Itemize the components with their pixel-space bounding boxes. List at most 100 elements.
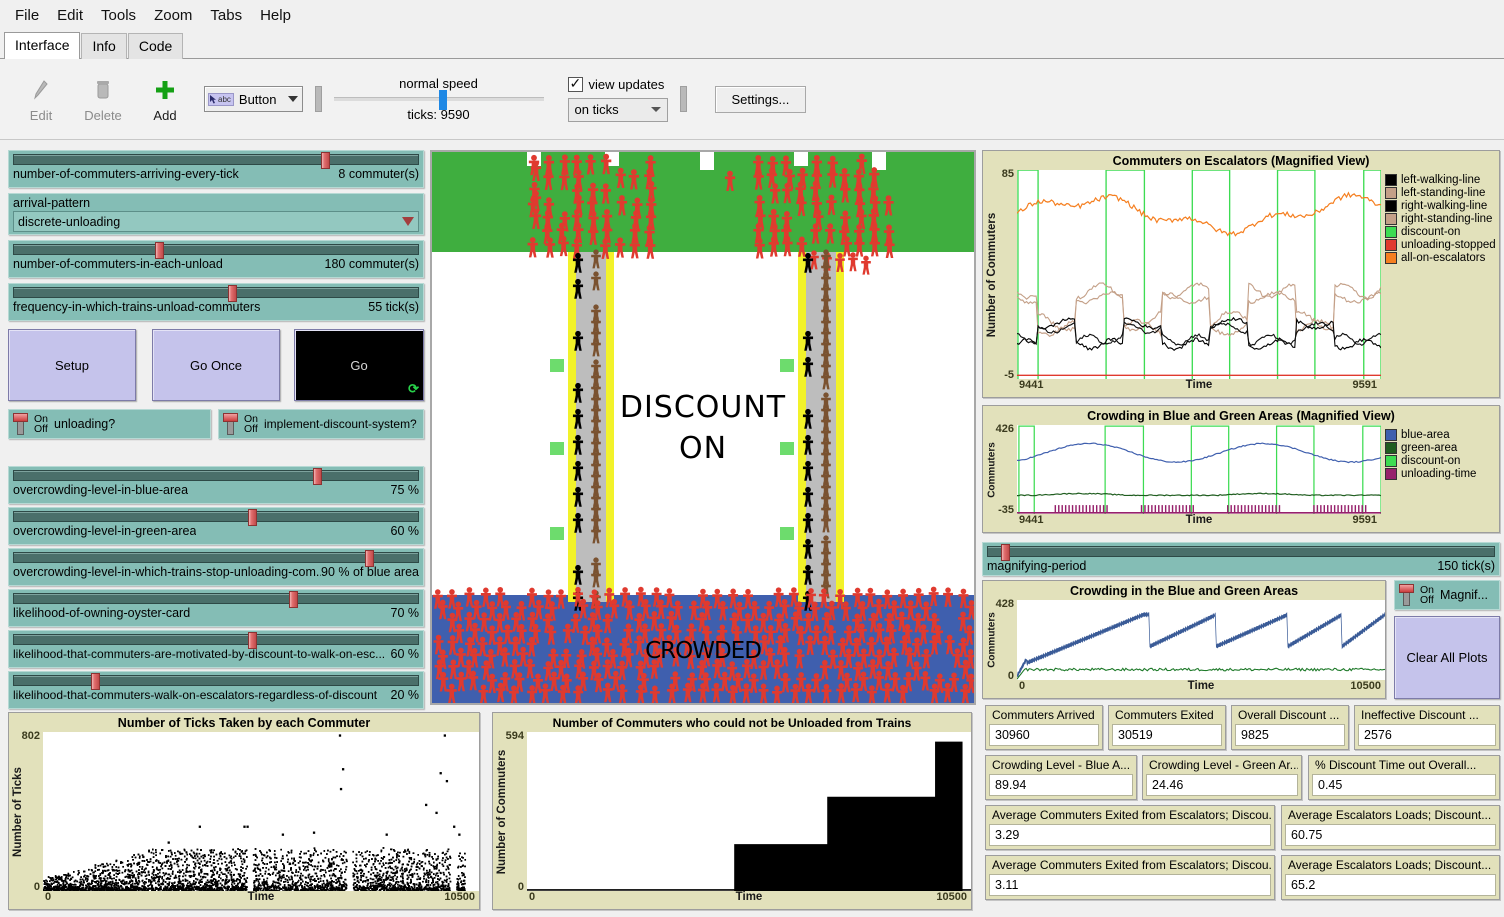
slider-likelihood-walk-regardless-of-discount[interactable]: likelihood-that-commuters-walk-on-escala… (8, 671, 424, 709)
speed-slider-track[interactable] (334, 97, 544, 101)
slider-thumb[interactable] (1001, 544, 1010, 561)
update-mode-select[interactable]: on ticks (568, 98, 668, 122)
slider-magnifying-period[interactable]: magnifying-period 150 tick(s) (982, 542, 1500, 576)
toggle-knob[interactable] (223, 413, 238, 435)
legend-entry: right-standing-line (1385, 213, 1497, 225)
slider-track[interactable] (13, 470, 419, 481)
plot-canvas[interactable] (1017, 170, 1381, 379)
chooser-arrival-pattern[interactable]: arrival-pattern discrete-unloading (8, 193, 424, 235)
switch-unloading[interactable]: On Off unloading? (8, 409, 211, 439)
slider-track[interactable] (13, 552, 419, 563)
world-view[interactable]: DISCOUNTON CROWDED (430, 150, 976, 705)
menu-item-edit[interactable]: Edit (48, 4, 92, 27)
slider-track[interactable] (13, 675, 419, 686)
slider-track[interactable] (13, 593, 419, 604)
plot-title: Crowding in Blue and Green Areas (Magnif… (983, 406, 1499, 425)
x-axis-max: 10500 (936, 891, 967, 903)
monitor-ineffective-discount[interactable]: Ineffective Discount ... 2576 (1354, 705, 1500, 750)
forever-icon: ⟳ (408, 381, 419, 397)
plot-canvas[interactable] (1017, 600, 1385, 680)
y-axis: 85 -5 Number of Commuters (983, 170, 1017, 379)
speed-slider-group[interactable]: normal speed ticks: 9590 (334, 76, 544, 122)
slider-number-of-commuters-arriving-every-tick[interactable]: number-of-commuters-arriving-every-tick … (8, 150, 424, 188)
slider-likelihood-motivated-by-discount[interactable]: likelihood-that-commuters-are-motivated-… (8, 630, 424, 668)
plot-commuters-not-unloaded[interactable]: Number of Commuters who could not be Unl… (492, 712, 972, 910)
plot-canvas[interactable] (43, 732, 479, 891)
slider-likelihood-of-owning-oyster-card[interactable]: likelihood-of-owning-oyster-card 70 % (8, 589, 424, 627)
slider-thumb[interactable] (248, 632, 257, 649)
tab-code[interactable]: Code (128, 33, 183, 59)
monitor-avg-escalator-loads-2[interactable]: Average Escalators Loads; Discount... 65… (1281, 855, 1500, 900)
go-button[interactable]: Go ⟳ (294, 329, 424, 401)
slider-track[interactable] (13, 244, 419, 255)
x-axis-title: Time (248, 891, 275, 903)
switch-implement-discount-system[interactable]: On Off implement-discount-system? (218, 409, 424, 439)
plot-crowding-blue-green[interactable]: Crowding in the Blue and Green Areas 428… (982, 580, 1386, 699)
slider-thumb[interactable] (321, 152, 330, 169)
slider-thumb[interactable] (155, 242, 164, 259)
tab-interface[interactable]: Interface (4, 32, 80, 59)
slider-frequency-in-which-trains-unload-commuters[interactable]: frequency-in-which-trains-unload-commute… (8, 283, 424, 321)
slider-value: 60 % (391, 524, 420, 538)
slider-track[interactable] (13, 511, 419, 522)
plot-canvas[interactable] (1017, 425, 1381, 514)
view-updates-checkbox[interactable] (568, 77, 583, 92)
chooser-box[interactable]: discrete-unloading (13, 211, 419, 232)
menu-item-help[interactable]: Help (251, 4, 300, 27)
settings-button[interactable]: Settings... (715, 86, 807, 113)
plot-legend: left-walking-line left-standing-line rig… (1381, 170, 1499, 394)
toggle-knob[interactable] (1399, 584, 1414, 606)
monitor-crowding-level-blue[interactable]: Crowding Level - Blue A... 89.94 (985, 755, 1137, 800)
tab-info[interactable]: Info (81, 33, 126, 59)
slider-thumb[interactable] (289, 591, 298, 608)
slider-track[interactable] (987, 546, 1495, 557)
toggle-off-label: Off (244, 424, 258, 435)
monitor-value: 0.45 (1312, 774, 1496, 796)
x-axis-title: Time (1188, 680, 1215, 692)
slider-thumb[interactable] (248, 509, 257, 526)
menu-item-tools[interactable]: Tools (92, 4, 145, 27)
slider-overcrowding-level-in-blue-area[interactable]: overcrowding-level-in-blue-area 75 % (8, 466, 424, 504)
plot-commuters-on-escalators-magnified[interactable]: Commuters on Escalators (Magnified View)… (982, 150, 1500, 398)
monitor-commuters-exited[interactable]: Commuters Exited 30519 (1108, 705, 1226, 750)
toggle-knob[interactable] (13, 413, 28, 435)
slider-thumb[interactable] (365, 550, 374, 567)
slider-overcrowding-level-trains-stop-unloading[interactable]: overcrowding-level-in-which-trains-stop-… (8, 548, 424, 586)
widget-type-select[interactable]: abc Button (204, 86, 303, 112)
slider-thumb[interactable] (313, 468, 322, 485)
slider-number-of-commuters-in-each-unload[interactable]: number-of-commuters-in-each-unload 180 c… (8, 240, 424, 278)
monitor-avg-commuters-exited-escalators-1[interactable]: Average Commuters Exited from Escalators… (985, 805, 1275, 850)
monitor-overall-discount[interactable]: Overall Discount ... 9825 (1231, 705, 1349, 750)
slider-overcrowding-level-in-green-area[interactable]: overcrowding-level-in-green-area 60 % (8, 507, 424, 545)
slider-track[interactable] (13, 154, 419, 165)
plot-ticks-taken-by-each-commuter[interactable]: Number of Ticks Taken by each Commuter 8… (8, 712, 480, 910)
delete-button[interactable]: Delete (72, 75, 134, 123)
menu-item-file[interactable]: File (6, 4, 48, 27)
slider-thumb[interactable] (91, 673, 100, 690)
monitor-label: Average Commuters Exited from Escalators… (989, 808, 1271, 824)
add-button[interactable]: Add (134, 75, 196, 123)
plot-canvas[interactable] (527, 732, 971, 891)
monitor-commuters-arrived[interactable]: Commuters Arrived 30960 (985, 705, 1103, 750)
menu-item-zoom[interactable]: Zoom (145, 4, 201, 27)
x-axis-title: Time (1186, 379, 1213, 391)
slider-value: 150 tick(s) (1437, 559, 1495, 573)
slider-track[interactable] (13, 287, 419, 298)
slider-thumb[interactable] (228, 285, 237, 302)
edit-button[interactable]: Edit (10, 75, 72, 123)
setup-button-label: Setup (55, 358, 89, 373)
switch-magnify[interactable]: On Off Magnif... (1394, 580, 1500, 610)
monitor-pct-discount-time[interactable]: % Discount Time out Overall... 0.45 (1308, 755, 1500, 800)
setup-button[interactable]: Setup (8, 329, 136, 401)
monitor-avg-escalator-loads-1[interactable]: Average Escalators Loads; Discount... 60… (1281, 805, 1500, 850)
slider-label: likelihood-of-owning-oyster-card (13, 606, 190, 620)
monitor-crowding-level-green[interactable]: Crowding Level - Green Ar... 24.46 (1142, 755, 1302, 800)
monitor-avg-commuters-exited-escalators-2[interactable]: Average Commuters Exited from Escalators… (985, 855, 1275, 900)
go-once-button[interactable]: Go Once (152, 329, 280, 401)
slider-track[interactable] (13, 634, 419, 645)
clear-all-plots-button[interactable]: Clear All Plots (1394, 616, 1500, 699)
plot-crowding-magnified[interactable]: Crowding in Blue and Green Areas (Magnif… (982, 405, 1500, 533)
menu-item-tabs[interactable]: Tabs (201, 4, 251, 27)
speed-slider-thumb[interactable] (439, 90, 447, 110)
legend-entry: all-on-escalators (1385, 252, 1497, 264)
